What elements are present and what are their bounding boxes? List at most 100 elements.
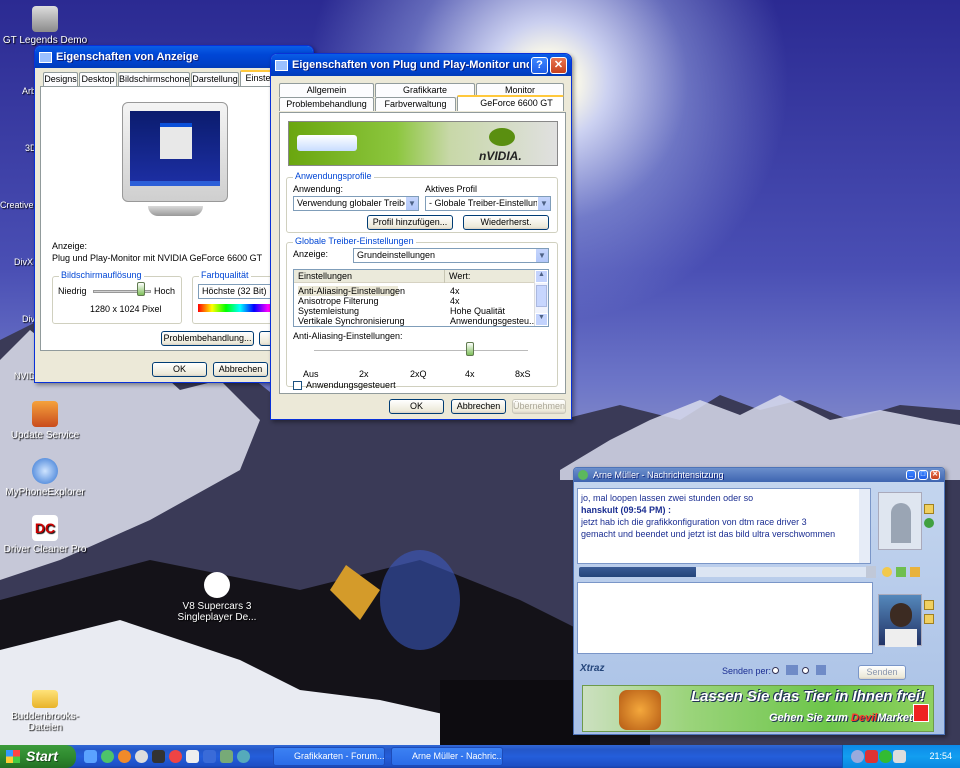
table-row[interactable]: Anisotrope Filterung bbox=[298, 296, 379, 306]
add-profile-button[interactable]: Profil hinzufügen... bbox=[367, 215, 453, 230]
column-value[interactable]: Wert: bbox=[449, 271, 470, 281]
desktop-label-partial: NVID bbox=[14, 371, 36, 381]
antivirus-icon[interactable] bbox=[865, 750, 878, 763]
application-select[interactable]: Verwendung globaler Treiberei ▼ bbox=[293, 196, 419, 211]
desktop-label-partial: DivX bbox=[14, 257, 34, 267]
firefox-icon[interactable] bbox=[118, 750, 131, 763]
app-icon[interactable] bbox=[186, 750, 199, 763]
app-icon[interactable] bbox=[220, 750, 233, 763]
chat-message: jetzt hab ich die grafikkonfiguration vo… bbox=[581, 517, 807, 527]
font-icon[interactable] bbox=[866, 566, 876, 578]
column-settings[interactable]: Einstellungen bbox=[298, 271, 352, 281]
ad-banner[interactable]: Lassen Sie das Tier in Ihnen frei! Gehen… bbox=[582, 685, 934, 732]
active-profile-select[interactable]: - Globale Treiber-Einstellungen ▼ bbox=[425, 196, 551, 211]
conversation-history[interactable]: jo, mal loopen lassen zwei stunden oder … bbox=[577, 488, 871, 564]
resolution-high-label: Hoch bbox=[154, 286, 176, 296]
task-button-chat[interactable]: Arne Müller - Nachric... bbox=[391, 747, 503, 766]
color-quality-label: Farbqualität bbox=[199, 270, 251, 280]
messenger-launch-icon[interactable] bbox=[101, 750, 114, 763]
desktop-icon-myphoneexplorer[interactable]: MyPhoneExplorer bbox=[0, 458, 90, 498]
monitor-screen bbox=[130, 111, 220, 186]
word-icon[interactable] bbox=[203, 750, 216, 763]
app-icon[interactable] bbox=[169, 750, 182, 763]
scroll-thumb[interactable] bbox=[536, 285, 547, 307]
listview-header: Einstellungen Wert: bbox=[294, 270, 535, 283]
listview-scrollbar[interactable]: ▲ ▼ bbox=[534, 270, 548, 326]
maximize-button[interactable]: □ bbox=[918, 470, 928, 480]
display-value: Plug und Play-Monitor mit NVIDIA GeForce… bbox=[52, 253, 263, 263]
table-row[interactable]: Anti-Aliasing-Einstellungen bbox=[298, 286, 405, 296]
send-button[interactable]: Senden bbox=[858, 665, 906, 680]
media-player-icon[interactable] bbox=[135, 750, 148, 763]
close-button[interactable]: ✕ bbox=[550, 56, 567, 74]
monitor-icon bbox=[275, 59, 288, 71]
help-button[interactable]: ? bbox=[531, 56, 548, 74]
cancel-button[interactable]: Abbrechen bbox=[213, 362, 268, 377]
ok-button[interactable]: OK bbox=[152, 362, 207, 377]
tab-general[interactable]: Allgemein bbox=[279, 83, 374, 97]
tab-color-management[interactable]: Farbverwaltung bbox=[375, 97, 456, 111]
webcam-icon[interactable] bbox=[924, 614, 934, 624]
scroll-down-icon[interactable]: ▼ bbox=[535, 313, 548, 326]
start-label: Start bbox=[26, 748, 58, 764]
tab-appearance[interactable]: Darstellung bbox=[191, 72, 239, 86]
minimize-button[interactable]: _ bbox=[906, 470, 916, 480]
windows-logo-icon bbox=[6, 750, 20, 763]
show-desktop-icon[interactable] bbox=[84, 750, 97, 763]
title-bar[interactable]: Arne Müller - Nachrichtensitzung _ □ ✕ bbox=[574, 468, 944, 482]
tab-troubleshoot[interactable]: Problembehandlung bbox=[279, 97, 374, 111]
desktop-icon-update-service[interactable]: Update Service bbox=[0, 401, 90, 441]
task-button-forum[interactable]: Grafikkarten - Forum... bbox=[273, 747, 385, 766]
restore-button[interactable]: Wiederherst. bbox=[463, 215, 549, 230]
aa-slider-thumb[interactable] bbox=[466, 342, 474, 356]
smiley-icon[interactable] bbox=[882, 567, 892, 577]
xtraz-link[interactable]: Xtraz bbox=[580, 663, 604, 674]
clock[interactable]: 21:54 bbox=[929, 751, 952, 761]
tray-icon[interactable] bbox=[851, 750, 864, 763]
ad-subline-end: Market! bbox=[877, 712, 917, 724]
resolution-slider-thumb[interactable] bbox=[137, 282, 145, 296]
emoticon-icon[interactable] bbox=[924, 504, 934, 514]
start-button[interactable]: Start bbox=[0, 745, 76, 768]
setting-value: Hohe Qualität bbox=[450, 306, 506, 316]
tab-desktop[interactable]: Desktop bbox=[79, 72, 117, 86]
status-icon[interactable] bbox=[924, 518, 934, 528]
cancel-button[interactable]: Abbrechen bbox=[451, 399, 506, 414]
close-button[interactable]: ✕ bbox=[930, 470, 940, 480]
chevron-down-icon: ▼ bbox=[537, 197, 550, 210]
emoticon-icon[interactable] bbox=[924, 600, 934, 610]
wink-icon[interactable] bbox=[896, 567, 906, 577]
ok-button[interactable]: OK bbox=[389, 399, 444, 414]
messenger-tray-icon[interactable] bbox=[879, 750, 892, 763]
send-via-radio[interactable] bbox=[772, 667, 779, 674]
nudge-icon[interactable] bbox=[910, 567, 920, 577]
app-controlled-checkbox[interactable] bbox=[293, 381, 302, 390]
desktop-icon-buddenbrooks[interactable]: Buddenbrooks-Dateien bbox=[0, 686, 90, 733]
tab-screensaver[interactable]: Bildschirmschoner bbox=[118, 72, 190, 86]
terminal-icon[interactable] bbox=[152, 750, 165, 763]
send-via-radio[interactable] bbox=[802, 667, 809, 674]
sms-icon[interactable] bbox=[816, 665, 826, 675]
scroll-up-icon[interactable]: ▲ bbox=[535, 270, 548, 283]
resolution-low-label: Niedrig bbox=[58, 286, 87, 296]
message-input[interactable] bbox=[577, 582, 873, 654]
title-bar[interactable]: Eigenschaften von Plug und Play-Monitor … bbox=[271, 54, 571, 76]
table-row[interactable]: Systemleistung bbox=[298, 306, 359, 316]
desktop-icon-driver-cleaner[interactable]: DC Driver Cleaner Pro bbox=[0, 515, 90, 555]
view-select[interactable]: Grundeinstellungen ▼ bbox=[353, 248, 549, 263]
chevron-down-icon: ▼ bbox=[535, 249, 548, 262]
browser-icon[interactable] bbox=[237, 750, 250, 763]
application-value: Verwendung globaler Treiberei bbox=[297, 198, 419, 208]
apply-button[interactable]: Übernehmen bbox=[512, 399, 566, 414]
tab-designs[interactable]: Designs bbox=[43, 72, 78, 86]
troubleshoot-button[interactable]: Problembehandlung... bbox=[161, 331, 254, 346]
send-im-icon[interactable] bbox=[786, 665, 798, 675]
update-service-icon bbox=[32, 401, 58, 427]
aa-slider-track[interactable] bbox=[314, 350, 528, 352]
table-row[interactable]: Vertikale Synchronisierung bbox=[298, 316, 405, 326]
desktop-icon-v8-supercars[interactable]: V8 Supercars 3 Singleplayer De... bbox=[172, 572, 262, 623]
desktop-icon-gt-legends[interactable]: GT Legends Demo bbox=[0, 6, 90, 46]
network-icon[interactable] bbox=[893, 750, 906, 763]
chat-scrollbar[interactable] bbox=[859, 489, 870, 563]
tab-geforce[interactable]: GeForce 6600 GT bbox=[457, 95, 564, 111]
